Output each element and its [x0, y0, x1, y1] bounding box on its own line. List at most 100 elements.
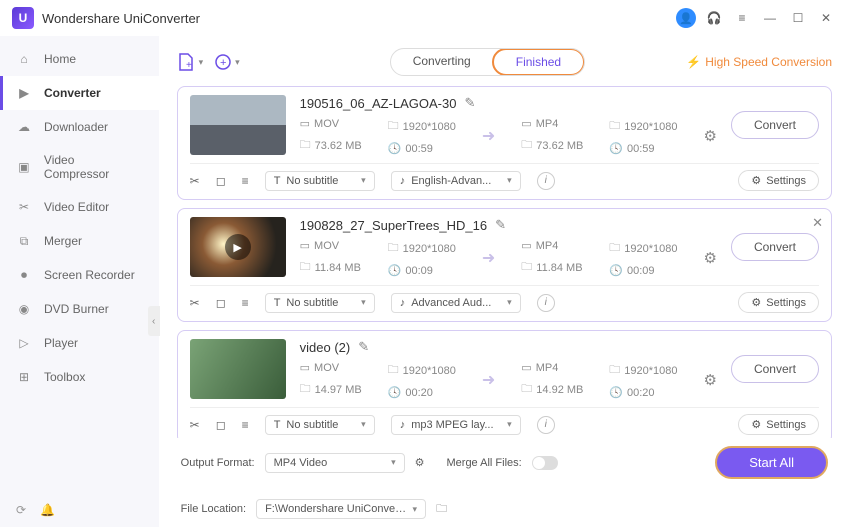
convert-button[interactable]: Convert: [731, 111, 819, 139]
svg-text:+: +: [220, 57, 226, 69]
tab-converting[interactable]: Converting: [391, 49, 493, 75]
tab-finished[interactable]: Finished: [492, 48, 585, 76]
dst-res: 1920*1080: [624, 121, 677, 133]
headset-icon[interactable]: 🎧: [702, 6, 726, 30]
output-settings-icon[interactable]: ⚙: [704, 371, 717, 389]
audio-dropdown[interactable]: ♪Advanced Aud...▾: [391, 293, 521, 313]
dst-size: 73.62 MB: [536, 140, 583, 152]
merge-toggle[interactable]: [532, 456, 558, 470]
sidebar-item-editor[interactable]: ✂Video Editor: [0, 190, 159, 224]
sidebar-item-label: Converter: [44, 86, 101, 100]
folder-icon: 🗀: [521, 136, 532, 155]
edit-name-icon[interactable]: ✎: [464, 95, 475, 111]
output-settings-icon[interactable]: ⚙: [704, 249, 717, 267]
audio-dropdown[interactable]: ♪English-Advan...▾: [391, 171, 521, 191]
arrow-icon: ➜: [478, 126, 499, 146]
src-dur: 00:59: [405, 143, 433, 155]
app-title: Wondershare UniConverter: [42, 11, 200, 26]
file-card: ✕ ▶ 190828_27_SuperTrees_HD_16✎ ▭MOV 🗀11…: [177, 208, 832, 322]
disc-icon: ◉: [16, 301, 32, 317]
subtitle-dropdown[interactable]: TNo subtitle▾: [265, 171, 375, 191]
settings-button[interactable]: ⚙Settings: [738, 170, 819, 191]
status-tabs: Converting Finished: [390, 48, 585, 76]
info-icon[interactable]: i: [537, 294, 555, 312]
refresh-icon[interactable]: ⟳: [16, 503, 26, 517]
sidebar-item-dvd[interactable]: ◉DVD Burner: [0, 292, 159, 326]
subtitle-dropdown[interactable]: TNo subtitle▾: [265, 293, 375, 313]
effects-icon[interactable]: ≡: [242, 174, 249, 188]
effects-icon[interactable]: ≡: [242, 418, 249, 432]
user-avatar[interactable]: 👤: [674, 6, 698, 30]
main-panel: + ▾ + ▾ Converting Finished ⚡High Speed …: [159, 36, 850, 527]
crop-icon[interactable]: ◻: [216, 418, 226, 432]
trim-icon[interactable]: ✂: [190, 418, 200, 432]
sidebar-collapse[interactable]: ‹: [148, 306, 160, 336]
sidebar-item-compressor[interactable]: ▣Video Compressor: [0, 144, 159, 190]
folder-icon: 🗀: [300, 136, 311, 155]
file-location-dropdown[interactable]: F:\Wondershare UniConverter▾: [256, 499, 426, 519]
video-thumbnail[interactable]: [190, 95, 286, 155]
edit-name-icon[interactable]: ✎: [358, 339, 369, 355]
high-speed-toggle[interactable]: ⚡High Speed Conversion: [686, 55, 832, 69]
info-icon[interactable]: i: [537, 416, 555, 434]
menu-icon[interactable]: ≡: [730, 6, 754, 30]
crop-icon[interactable]: ◻: [216, 174, 226, 188]
remove-file-icon[interactable]: ✕: [812, 215, 823, 231]
clock-icon: 🕓: [609, 142, 623, 155]
maximize-icon[interactable]: ☐: [786, 6, 810, 30]
trim-icon[interactable]: ✂: [190, 174, 200, 188]
arrow-icon: ➜: [478, 248, 499, 268]
sidebar-item-toolbox[interactable]: ⊞Toolbox: [0, 360, 159, 394]
play-icon: ▷: [16, 335, 32, 351]
sidebar-item-player[interactable]: ▷ Player: [0, 326, 159, 360]
trim-icon[interactable]: ✂: [190, 296, 200, 310]
format-settings-icon[interactable]: ⚙: [415, 456, 425, 469]
sidebar-item-label: Merger: [44, 234, 82, 248]
output-settings-icon[interactable]: ⚙: [704, 127, 717, 145]
src-format: MOV: [314, 118, 339, 130]
edit-name-icon[interactable]: ✎: [495, 217, 506, 233]
home-icon: ⌂: [16, 51, 32, 67]
sidebar-item-label: Screen Recorder: [44, 268, 135, 282]
sidebar-item-label: Toolbox: [44, 370, 85, 384]
clock-icon: 🕓: [388, 142, 402, 155]
audio-dropdown[interactable]: ♪mp3 MPEG lay...▾: [391, 415, 521, 435]
video-thumbnail[interactable]: ▶: [190, 217, 286, 277]
record-icon: ⏺: [16, 267, 32, 283]
sidebar-item-downloader[interactable]: ☁Downloader: [0, 110, 159, 144]
file-card: video (2)✎ ▭MOV 🗀14.97 MB 🗀1920*1080 🕓00…: [177, 330, 832, 438]
file-name: 190828_27_SuperTrees_HD_16: [300, 218, 487, 233]
file-name: video (2): [300, 340, 351, 355]
folder-icon: 🗀: [388, 117, 399, 136]
add-url-button[interactable]: + ▾: [213, 52, 240, 72]
start-all-button[interactable]: Start All: [715, 446, 828, 479]
sidebar-item-merger[interactable]: ⧉Merger: [0, 224, 159, 258]
compress-icon: ▣: [16, 159, 32, 175]
settings-button[interactable]: ⚙Settings: [738, 414, 819, 435]
bell-icon[interactable]: 🔔: [40, 503, 55, 517]
subtitle-icon: T: [274, 175, 281, 187]
video-thumbnail[interactable]: [190, 339, 286, 399]
dst-dur: 00:59: [627, 143, 655, 155]
crop-icon[interactable]: ◻: [216, 296, 226, 310]
close-icon[interactable]: ✕: [814, 6, 838, 30]
converter-icon: ▶: [16, 85, 32, 101]
sidebar-item-converter[interactable]: ▶ Converter: [0, 76, 159, 110]
sidebar-item-label: Downloader: [44, 120, 108, 134]
minimize-icon[interactable]: —: [758, 6, 782, 30]
add-file-button[interactable]: + ▾: [177, 52, 204, 72]
output-format-dropdown[interactable]: MP4 Video▾: [265, 453, 405, 473]
info-icon[interactable]: i: [537, 172, 555, 190]
convert-button[interactable]: Convert: [731, 233, 819, 261]
app-logo: U: [12, 7, 34, 29]
subtitle-dropdown[interactable]: TNo subtitle▾: [265, 415, 375, 435]
titlebar: U Wondershare UniConverter 👤 🎧 ≡ — ☐ ✕: [0, 0, 850, 36]
settings-button[interactable]: ⚙Settings: [738, 292, 819, 313]
open-folder-icon[interactable]: 🗀: [436, 500, 447, 519]
sidebar-item-label: Player: [44, 336, 78, 350]
sidebar-item-recorder[interactable]: ⏺ Screen Recorder: [0, 258, 159, 292]
play-overlay-icon: ▶: [225, 234, 251, 260]
convert-button[interactable]: Convert: [731, 355, 819, 383]
sidebar-item-home[interactable]: ⌂Home: [0, 42, 159, 76]
effects-icon[interactable]: ≡: [242, 296, 249, 310]
